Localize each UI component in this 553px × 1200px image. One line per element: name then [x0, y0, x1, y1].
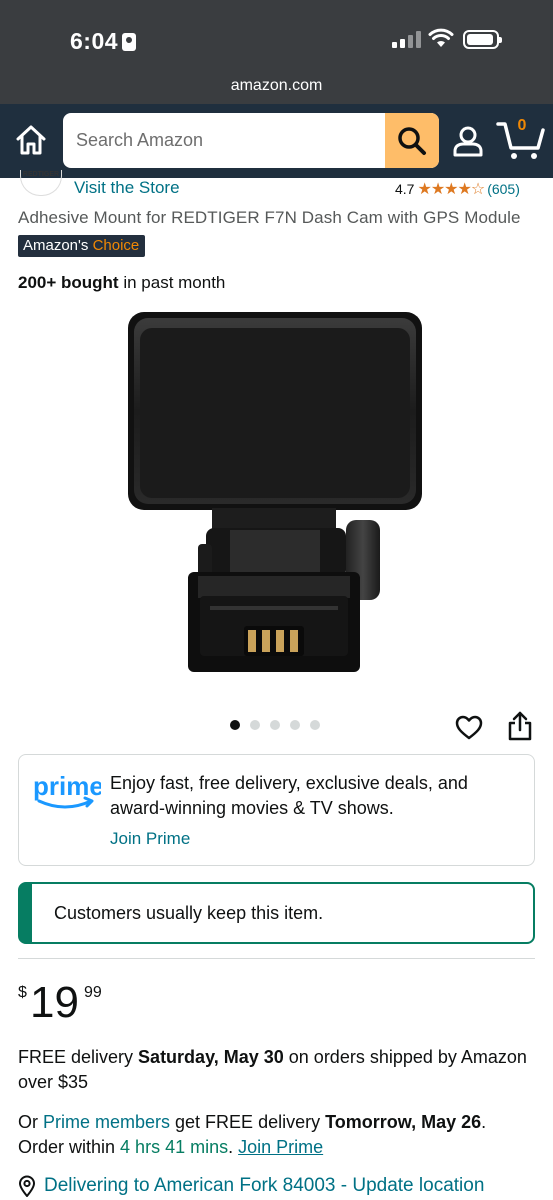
join-prime-inline-link[interactable]: Join Prime [238, 1137, 323, 1157]
search-input[interactable] [63, 113, 385, 168]
carousel-dot[interactable] [250, 720, 260, 730]
carousel-dot[interactable] [230, 720, 240, 730]
search-button[interactable] [385, 113, 439, 168]
cart-count-badge: 0 [517, 117, 527, 134]
order-countdown: 4 hrs 41 mins [120, 1137, 229, 1157]
price-currency: $ [18, 984, 27, 1001]
amazons-choice-badge[interactable]: Amazon's Choice [18, 235, 146, 257]
delivery-location[interactable]: Delivering to American Fork 84003 - Upda… [18, 1175, 484, 1197]
store-logo[interactable]: REDTIGER [20, 170, 62, 196]
visit-store-link[interactable]: Visit the Store [74, 178, 180, 198]
prime-promo-card: prime Enjoy fast, free delivery, exclusi… [18, 754, 535, 866]
choice-badge-suffix: Choice [92, 237, 140, 254]
search-icon [398, 126, 426, 155]
delivery-date: Saturday, May 30 [138, 1047, 284, 1067]
share-icon[interactable] [507, 711, 533, 741]
rating-count: (605) [487, 181, 520, 197]
search-bar [63, 113, 439, 168]
join-prime-link[interactable]: Join Prime [110, 829, 190, 849]
bought-count: 200+ bought in past month [18, 273, 225, 293]
carousel-dot[interactable] [270, 720, 280, 730]
delivery-text: get FREE delivery [170, 1112, 326, 1132]
keep-item-text: Customers usually keep this item. [54, 903, 324, 923]
carousel-dot[interactable] [290, 720, 300, 730]
amazon-header [0, 104, 553, 178]
status-time: 6:04 [70, 28, 137, 55]
cellular-signal-icon [392, 30, 421, 48]
status-bar: 6:04 amazon.com [0, 0, 553, 104]
battery-icon [463, 30, 502, 49]
product-image[interactable] [126, 308, 426, 678]
divider [18, 958, 535, 959]
home-icon[interactable] [14, 123, 48, 157]
product-title: Adhesive Mount for REDTIGER F7N Dash Cam… [18, 208, 521, 227]
prime-delivery-message: Or Prime members get FREE delivery Tomor… [18, 1110, 533, 1160]
bought-count-bold: 200+ bought [18, 273, 119, 292]
star-rating-icon: ★★★★☆ [417, 181, 485, 198]
location-pin-icon [18, 1175, 36, 1197]
carousel-dot[interactable] [310, 720, 320, 730]
keep-item-notice: Customers usually keep this item. [18, 882, 535, 944]
store-row: REDTIGER Visit the Store 4.7 ★★★★☆ (605) [0, 170, 553, 200]
free-delivery-message: FREE delivery Saturday, May 30 on orders… [18, 1045, 533, 1095]
fastest-delivery-date: Tomorrow, May 26 [325, 1112, 482, 1132]
contact-badge-icon [122, 33, 137, 51]
rating-value: 4.7 [395, 181, 415, 197]
delivery-text: . [228, 1137, 239, 1157]
wifi-icon [428, 28, 454, 47]
delivery-text: Or [18, 1112, 43, 1132]
delivery-location-text: Delivering to American Fork 84003 - Upda… [44, 1175, 485, 1196]
account-icon[interactable] [451, 124, 485, 158]
price-whole: 19 [30, 978, 79, 1027]
prime-members-link[interactable]: Prime members [43, 1112, 170, 1132]
image-carousel-dots[interactable] [230, 720, 320, 730]
choice-badge-prefix: Amazon's [23, 237, 93, 254]
bought-count-rest: in past month [118, 273, 226, 292]
delivery-text: FREE delivery [18, 1047, 139, 1067]
price-fraction: 99 [84, 984, 102, 1001]
heart-icon[interactable] [455, 714, 483, 742]
prime-promo-text: Enjoy fast, free delivery, exclusive dea… [110, 773, 468, 818]
clock-text: 6:04 [70, 28, 119, 54]
rating-summary[interactable]: 4.7 ★★★★☆ (605) [395, 179, 520, 199]
prime-logo-text: prime [33, 771, 101, 801]
url-bar[interactable]: amazon.com [0, 77, 553, 95]
prime-logo-icon: prime [33, 771, 101, 809]
